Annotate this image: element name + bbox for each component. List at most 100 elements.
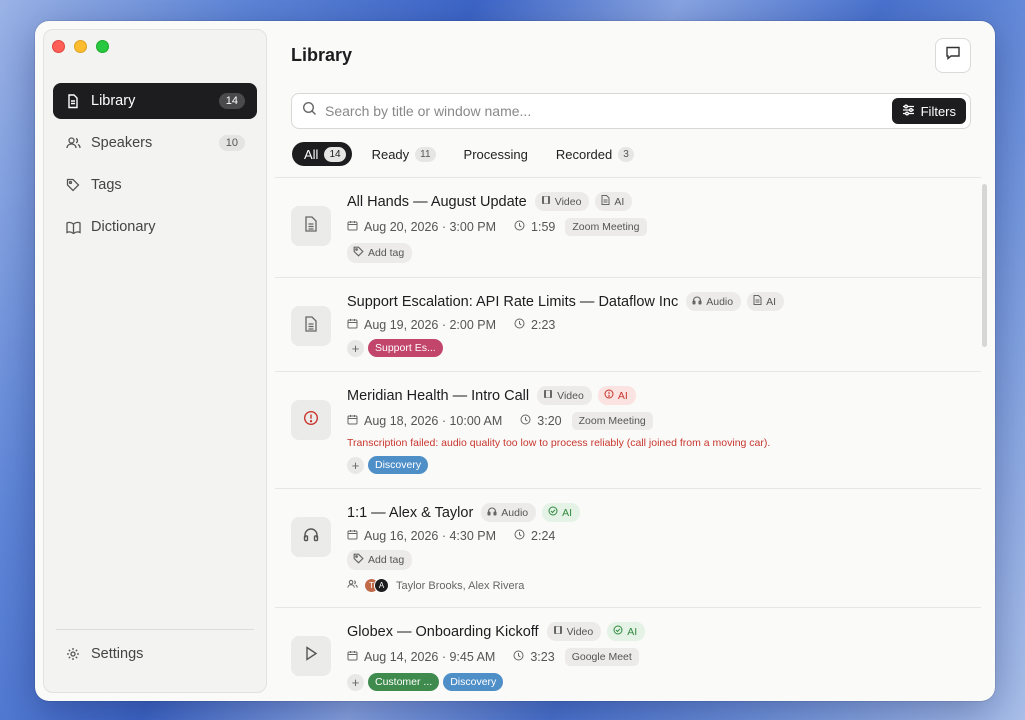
sidebar-item-speakers[interactable]: Speakers 10: [53, 125, 257, 161]
sidebar: Library 14 Speakers 10 Tags Dictionary S…: [43, 29, 267, 693]
app-window: Library 14 Speakers 10 Tags Dictionary S…: [35, 21, 995, 701]
media-label: Video: [557, 389, 584, 402]
zoom-window-button[interactable]: [96, 40, 109, 53]
sliders-icon: [902, 104, 915, 119]
tab-label: All: [304, 146, 319, 162]
headphones-icon: [303, 527, 319, 547]
source-badge: Zoom Meeting: [571, 412, 653, 430]
media-label: Audio: [706, 295, 734, 308]
recording-meta: Aug 20, 2026 · 3:00 PM 1:59 Zoom Meeting: [347, 218, 981, 236]
headphones-icon: [487, 506, 497, 519]
recording-date: Aug 19, 2026 · 2:00 PM: [364, 318, 497, 332]
recordings-list: All Hands — August Update Video AI Aug 2…: [275, 177, 981, 701]
ai-badge: AI: [542, 503, 581, 522]
media-label: Audio: [501, 506, 529, 519]
tag-chip[interactable]: Support Es...: [368, 339, 443, 357]
ai-label: AI: [617, 389, 628, 402]
recording-title-line: Support Escalation: API Rate Limits — Da…: [347, 292, 981, 311]
tab-label: Ready: [371, 146, 410, 162]
tab-recorded[interactable]: Recorded 3: [544, 142, 642, 166]
media-badge: Audio: [686, 292, 742, 311]
add-tag-button[interactable]: +: [347, 339, 364, 357]
list-scrollbar[interactable]: [982, 184, 987, 347]
search-input[interactable]: [325, 103, 892, 119]
add-tag-button[interactable]: Add tag: [347, 243, 413, 263]
people-icon: [347, 579, 358, 592]
recording-date: Aug 16, 2026 · 4:30 PM: [364, 529, 497, 543]
book-icon: [65, 219, 81, 235]
tab-label: Processing: [463, 146, 528, 162]
tab-label: Recorded: [555, 146, 613, 162]
sidebar-item-label: Tags: [91, 177, 122, 193]
add-tag-button[interactable]: +: [347, 673, 364, 691]
recording-title: Support Escalation: API Rate Limits — Da…: [347, 293, 679, 310]
tag-chip[interactable]: Customer ...: [368, 673, 440, 691]
source-badge: Zoom Meeting: [565, 218, 647, 236]
tag-chip[interactable]: Discovery: [443, 673, 504, 691]
add-tag-label: Add tag: [368, 247, 405, 259]
ai-badge: AI: [607, 622, 646, 641]
source-badge: Google Meet: [564, 648, 639, 666]
recording-title-line: Meridian Health — Intro Call Video AI: [347, 386, 981, 405]
media-label: Video: [566, 625, 594, 638]
calendar-icon: [347, 220, 358, 234]
status-tabs: All 14 Ready 11 Processing Recorded 3: [292, 142, 642, 166]
add-tag-button[interactable]: Add tag: [347, 550, 413, 570]
clock-icon: [514, 220, 525, 234]
filters-label: Filters: [920, 103, 956, 119]
clock-icon: [514, 318, 525, 332]
sidebar-item-library[interactable]: Library 14: [53, 83, 257, 119]
page-title: Library: [291, 45, 353, 65]
tag-icon: [353, 553, 364, 567]
headphones-icon: [692, 295, 702, 308]
recording-row[interactable]: Support Escalation: API Rate Limits — Da…: [275, 278, 981, 372]
tab-all[interactable]: All 14: [292, 142, 352, 166]
recording-row[interactable]: Globex — Onboarding Kickoff Video AI Aug…: [275, 608, 981, 701]
media-badge: Video: [537, 386, 592, 405]
recording-title: Globex — Onboarding Kickoff: [347, 623, 539, 640]
document-icon: [304, 215, 318, 237]
tab-count: 3: [618, 146, 634, 162]
close-window-button[interactable]: [52, 40, 65, 53]
calendar-icon: [347, 318, 358, 332]
recording-tags: + Discovery: [347, 456, 981, 474]
speaker-names: Taylor Brooks, Alex Rivera: [396, 579, 525, 592]
recording-date: Aug 18, 2026 · 10:00 AM: [364, 414, 503, 428]
recording-title: Meridian Health — Intro Call: [347, 387, 530, 404]
film-icon: [541, 195, 551, 208]
chat-bubble-icon: [945, 45, 961, 66]
recording-thumbnail: [291, 400, 331, 440]
sidebar-item-settings[interactable]: Settings: [53, 636, 257, 672]
ai-badge: AI: [595, 192, 633, 211]
avatar: A: [374, 578, 389, 593]
sidebar-item-label: Library: [91, 93, 136, 109]
recording-row[interactable]: 1:1 — Alex & Taylor Audio AI Aug 16, 202…: [275, 489, 981, 608]
filters-button[interactable]: Filters: [891, 98, 966, 124]
tab-ready[interactable]: Ready 11: [360, 142, 444, 166]
recording-title: 1:1 — Alex & Taylor: [347, 504, 474, 521]
recording-meta: Aug 16, 2026 · 4:30 PM 2:24: [347, 529, 981, 543]
check-circle-icon: [613, 625, 623, 638]
tag-icon: [353, 246, 364, 260]
film-icon: [553, 625, 563, 638]
sidebar-item-tags[interactable]: Tags: [53, 167, 257, 203]
sidebar-nav: Library 14 Speakers 10 Tags Dictionary: [53, 83, 257, 251]
sidebar-item-dictionary[interactable]: Dictionary: [53, 209, 257, 245]
recording-thumbnail: [291, 206, 331, 246]
chat-button[interactable]: [935, 38, 971, 73]
recording-row[interactable]: All Hands — August Update Video AI Aug 2…: [275, 178, 981, 278]
tab-processing[interactable]: Processing: [452, 142, 536, 166]
tab-count: 11: [415, 146, 436, 162]
add-tag-button[interactable]: +: [347, 456, 364, 474]
recording-duration: 1:59: [531, 220, 556, 234]
ai-label: AI: [627, 625, 638, 638]
media-label: Video: [554, 195, 582, 208]
minimize-window-button[interactable]: [74, 40, 87, 53]
recording-meta: Aug 19, 2026 · 2:00 PM 2:23: [347, 318, 981, 332]
recording-meta: Aug 18, 2026 · 10:00 AM 3:20 Zoom Meetin…: [347, 412, 981, 430]
ai-label: AI: [562, 506, 573, 519]
recording-duration: 3:20: [537, 414, 562, 428]
error-icon: [303, 410, 319, 431]
tag-chip[interactable]: Discovery: [368, 456, 429, 474]
recording-row[interactable]: Meridian Health — Intro Call Video AI Au…: [275, 372, 981, 489]
